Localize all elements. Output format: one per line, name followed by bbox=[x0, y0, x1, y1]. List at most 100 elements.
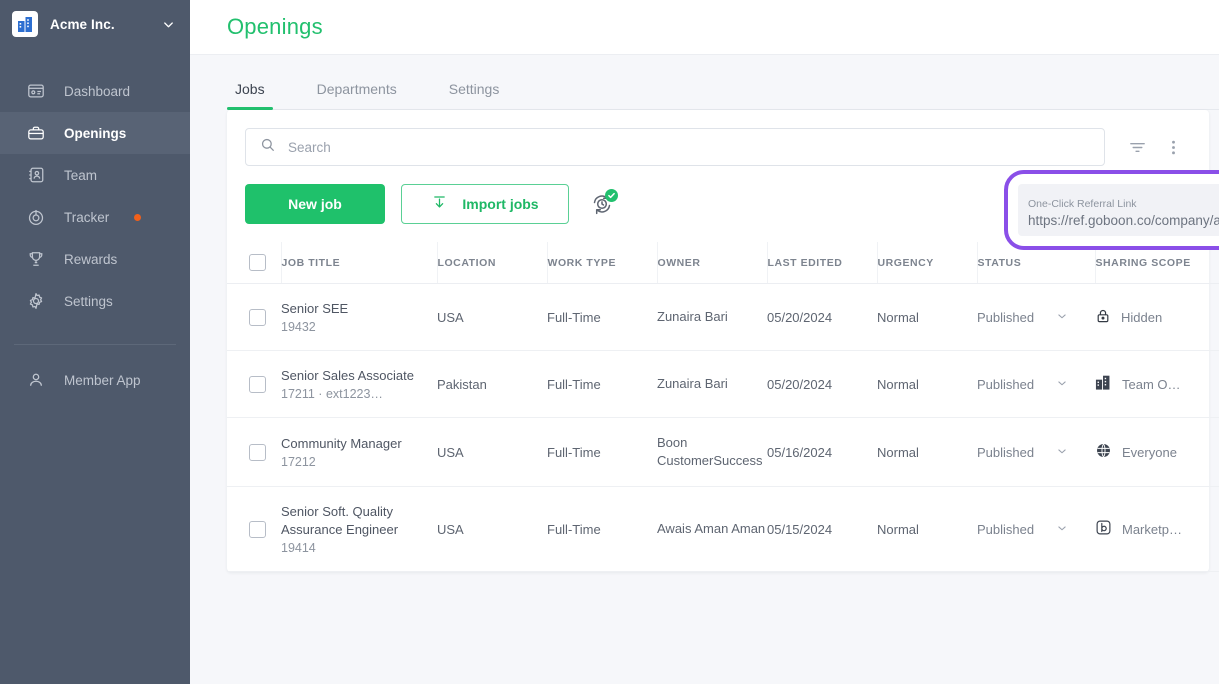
row-checkbox[interactable] bbox=[249, 376, 266, 393]
tab-jobs[interactable]: Jobs bbox=[227, 81, 273, 109]
jobs-table: JOB TITLE LOCATION WORK TYPE OWNER LAST … bbox=[227, 242, 1219, 572]
sharing-scope-label: Marketp… bbox=[1122, 522, 1182, 537]
job-title-text: Senior Sales Associate bbox=[281, 367, 437, 385]
sidebar-item-label: Team bbox=[64, 168, 97, 183]
target-icon bbox=[26, 207, 46, 227]
status-text: Published bbox=[977, 377, 1034, 392]
import-jobs-label: Import jobs bbox=[462, 196, 538, 212]
column-header-work-type[interactable]: WORK TYPE bbox=[547, 242, 657, 284]
tab-bar: Jobs Departments Settings bbox=[227, 55, 1219, 110]
sidebar-item-dashboard[interactable]: Dashboard bbox=[0, 70, 190, 112]
referral-link-label: One-Click Referral Link bbox=[1028, 198, 1219, 210]
sidebar-item-tracker[interactable]: Tracker bbox=[0, 196, 190, 238]
job-id-text: 19414 bbox=[281, 541, 437, 555]
status-dropdown[interactable]: Published bbox=[977, 376, 1095, 393]
chevron-down-icon[interactable] bbox=[1055, 521, 1069, 538]
import-jobs-button[interactable]: Import jobs bbox=[401, 184, 569, 224]
status-dropdown[interactable]: Published bbox=[977, 309, 1095, 326]
row-select-cell bbox=[227, 487, 281, 572]
referral-link-highlight: One-Click Referral Link https://ref.gobo… bbox=[1004, 170, 1219, 250]
filter-icon[interactable] bbox=[1119, 128, 1155, 166]
new-job-button[interactable]: New job bbox=[245, 184, 385, 224]
owner-text: Zunaira Bari bbox=[657, 375, 767, 393]
cell-status: Published bbox=[977, 418, 1095, 487]
row-select-cell bbox=[227, 351, 281, 418]
cell-owner: Awais Aman Aman bbox=[657, 487, 767, 572]
cell-job-title: Community Manager 17212 bbox=[281, 418, 437, 487]
job-title-text: Community Manager bbox=[281, 435, 437, 453]
sharing-scope-label: Everyone bbox=[1122, 445, 1177, 460]
status-dropdown[interactable]: Published bbox=[977, 521, 1095, 538]
sidebar-item-member-app[interactable]: Member App bbox=[0, 359, 190, 401]
tab-departments[interactable]: Departments bbox=[309, 81, 405, 109]
search-input[interactable] bbox=[288, 140, 1090, 155]
cell-location: USA bbox=[437, 418, 547, 487]
chevron-down-icon[interactable] bbox=[1055, 444, 1069, 461]
cell-last-edited: 05/20/2024 bbox=[767, 351, 877, 418]
sharing-scope-label: Hidden bbox=[1121, 310, 1162, 325]
cell-urgency: Normal bbox=[877, 418, 977, 487]
cell-status: Published bbox=[977, 351, 1095, 418]
cell-location: USA bbox=[437, 284, 547, 351]
table-row[interactable]: Senior Soft. Quality Assurance Engineer … bbox=[227, 487, 1219, 572]
cell-last-edited: 05/16/2024 bbox=[767, 418, 877, 487]
sidebar-item-rewards[interactable]: Rewards bbox=[0, 238, 190, 280]
check-icon bbox=[605, 189, 618, 202]
globe-icon bbox=[1095, 442, 1112, 462]
referral-link-field[interactable]: One-Click Referral Link https://ref.gobo… bbox=[1018, 184, 1219, 236]
sidebar-item-team[interactable]: Team bbox=[0, 154, 190, 196]
lock-icon bbox=[1095, 308, 1111, 327]
status-text: Published bbox=[977, 522, 1034, 537]
cell-work-type: Full-Time bbox=[547, 418, 657, 487]
column-header-last-edited[interactable]: LAST EDITED bbox=[767, 242, 877, 284]
chevron-down-icon[interactable] bbox=[1055, 309, 1069, 326]
search-row bbox=[227, 128, 1209, 166]
cell-work-type: Full-Time bbox=[547, 284, 657, 351]
owner-text: Awais Aman Aman bbox=[657, 520, 767, 538]
tabs-container: Jobs Departments Settings bbox=[190, 55, 1219, 110]
sharing-scope-cell: Team O… bbox=[1095, 374, 1219, 394]
chevron-down-icon[interactable] bbox=[1055, 376, 1069, 393]
sync-history-icon[interactable] bbox=[585, 187, 619, 221]
row-checkbox[interactable] bbox=[249, 444, 266, 461]
brand-name: Acme Inc. bbox=[50, 17, 149, 32]
column-header-urgency[interactable]: URGENCY bbox=[877, 242, 977, 284]
sidebar: Acme Inc. Dashboard bbox=[0, 0, 190, 684]
tracker-notification-badge bbox=[134, 214, 141, 221]
cell-location: Pakistan bbox=[437, 351, 547, 418]
page-header: Openings bbox=[190, 0, 1219, 55]
brand-switcher[interactable]: Acme Inc. bbox=[0, 0, 190, 48]
user-icon bbox=[26, 370, 46, 390]
cell-job-title: Senior SEE 19432 bbox=[281, 284, 437, 351]
table-row[interactable]: Senior SEE 19432 USA Full-Time Zunaira B… bbox=[227, 284, 1219, 351]
table-row[interactable]: Senior Sales Associate 17211 · ext1223… … bbox=[227, 351, 1219, 418]
select-all-checkbox[interactable] bbox=[249, 254, 266, 271]
tab-settings[interactable]: Settings bbox=[441, 81, 508, 109]
row-checkbox[interactable] bbox=[249, 309, 266, 326]
more-vertical-icon[interactable] bbox=[1155, 128, 1191, 166]
sidebar-item-openings[interactable]: Openings bbox=[0, 112, 190, 154]
cell-sharing-scope: Everyone bbox=[1095, 418, 1219, 487]
contact-book-icon bbox=[26, 165, 46, 185]
job-id-text: 19432 bbox=[281, 320, 437, 334]
sidebar-item-label: Settings bbox=[64, 294, 113, 309]
cell-sharing-scope: Team O… bbox=[1095, 351, 1219, 418]
chevron-down-icon[interactable] bbox=[161, 17, 176, 32]
sidebar-divider bbox=[14, 344, 176, 345]
sharing-scope-cell: Hidden bbox=[1095, 308, 1219, 327]
search-box[interactable] bbox=[245, 128, 1105, 166]
cell-urgency: Normal bbox=[877, 487, 977, 572]
table-row[interactable]: Community Manager 17212 USA Full-Time Bo… bbox=[227, 418, 1219, 487]
sidebar-item-label: Dashboard bbox=[64, 84, 130, 99]
status-dropdown[interactable]: Published bbox=[977, 444, 1095, 461]
column-header-location[interactable]: LOCATION bbox=[437, 242, 547, 284]
row-select-cell bbox=[227, 284, 281, 351]
status-text: Published bbox=[977, 310, 1034, 325]
row-checkbox[interactable] bbox=[249, 521, 266, 538]
column-header-owner[interactable]: OWNER bbox=[657, 242, 767, 284]
job-id-text: 17212 bbox=[281, 455, 437, 469]
cell-location: USA bbox=[437, 487, 547, 572]
sidebar-item-settings[interactable]: Settings bbox=[0, 280, 190, 322]
sharing-scope-cell: Everyone bbox=[1095, 442, 1219, 462]
column-header-job-title[interactable]: JOB TITLE bbox=[281, 242, 437, 284]
